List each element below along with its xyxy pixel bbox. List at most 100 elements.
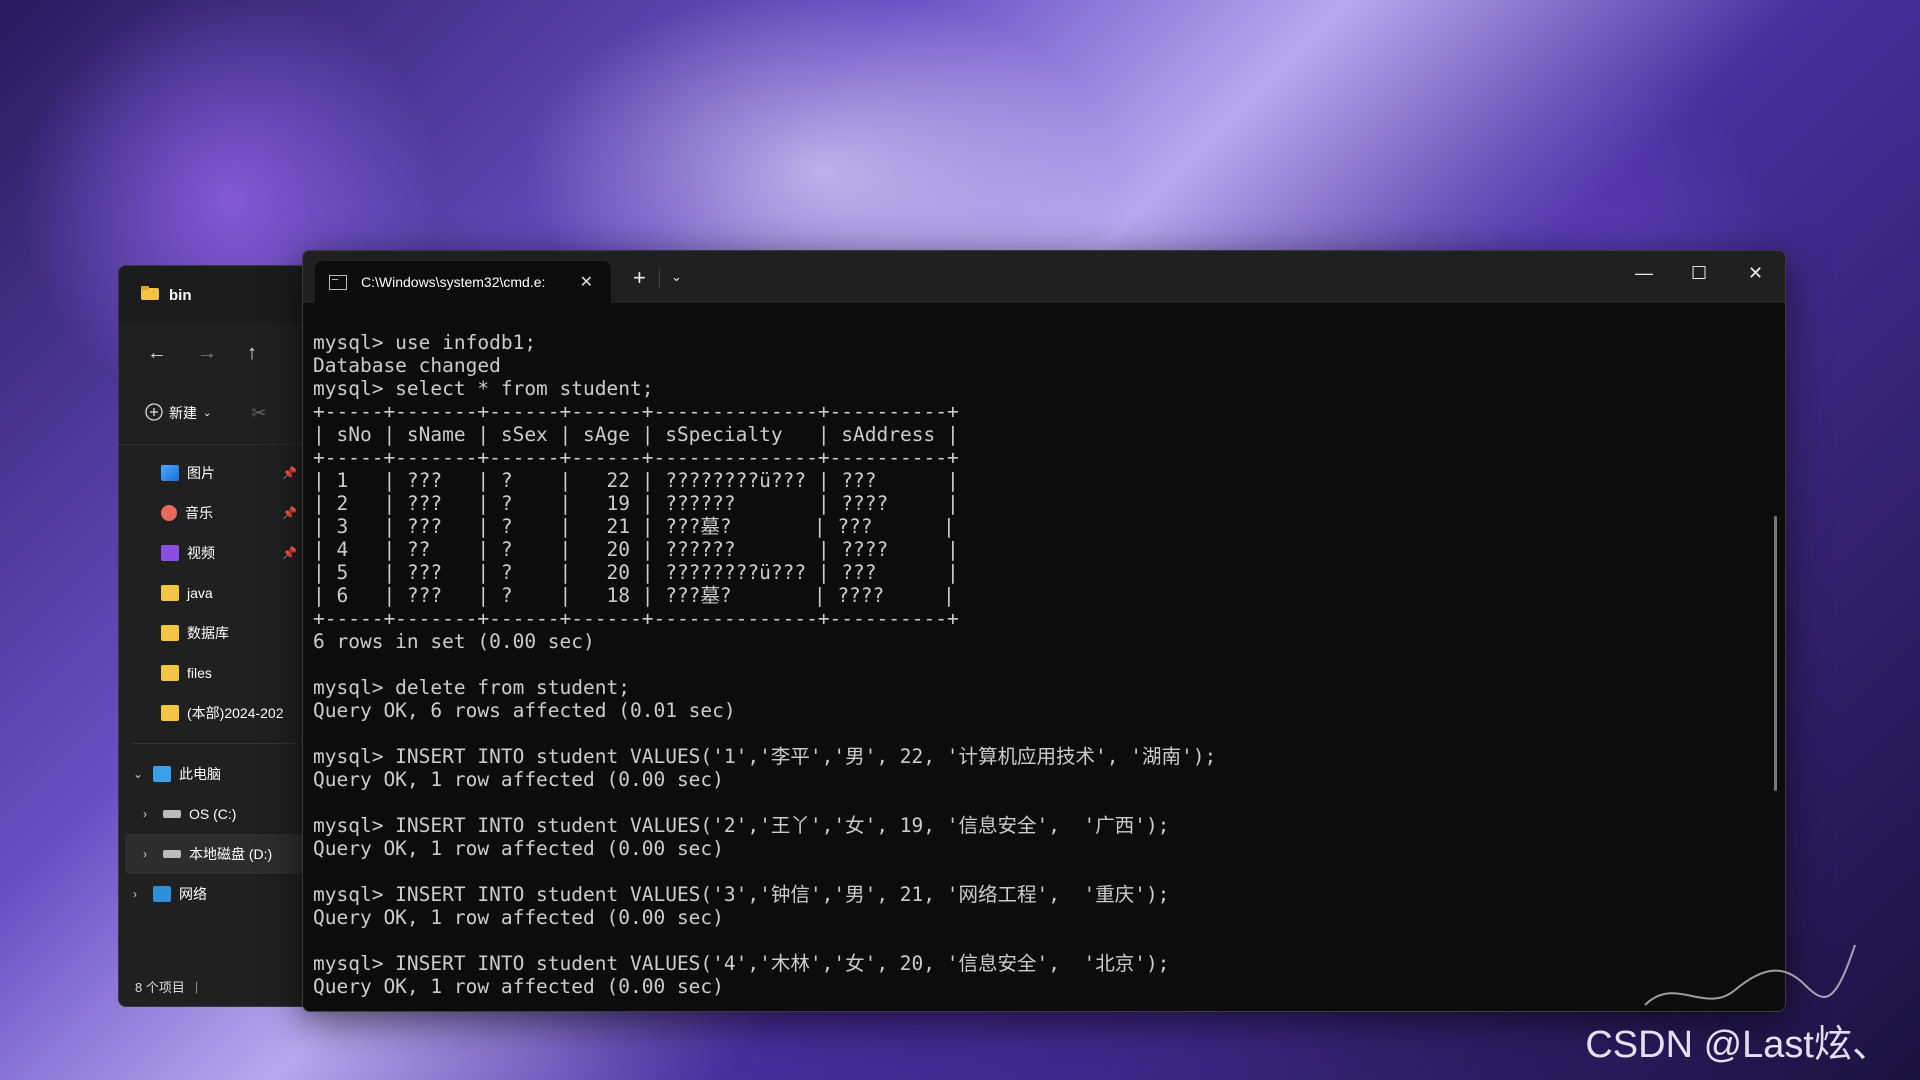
file-explorer-window: bin ← → ↑ 新建 ⌄ ✂ 图片 📌 音乐 📌 视频 📌 java 数据库…: [118, 265, 310, 1007]
network-icon: [153, 886, 171, 902]
nav-item-label: 数据库: [187, 625, 229, 641]
pin-icon[interactable]: 📌: [282, 546, 297, 560]
console-line: mysql> INSERT INTO student VALUES('4','木…: [313, 952, 1170, 975]
nav-item-videos[interactable]: 视频 📌: [119, 533, 309, 573]
up-arrow-icon[interactable]: ↑: [247, 342, 257, 365]
nav-item-pictures[interactable]: 图片 📌: [119, 453, 309, 493]
pin-icon[interactable]: 📌: [282, 466, 297, 480]
console-line: mysql> use infodb1;: [313, 331, 537, 354]
chevron-down-icon[interactable]: ⌄: [133, 767, 153, 781]
console-line: mysql> INSERT INTO student VALUES('2','王…: [313, 814, 1170, 837]
terminal-window: C:\Windows\system32\cmd.e: ✕ + ⌄ — ☐ ✕ m…: [302, 250, 1786, 1012]
nav-item-course-folder[interactable]: (本部)2024-202: [119, 693, 309, 733]
console-line: mysql> INSERT INTO student VALUES('1','李…: [313, 745, 1217, 768]
pictures-icon: [161, 465, 179, 481]
console-line: +-----+-------+------+------+-----------…: [313, 400, 959, 423]
console-line: mysql> delete from student;: [313, 676, 630, 699]
forward-arrow-icon[interactable]: →: [197, 342, 217, 365]
nav-item-label: 图片: [187, 465, 215, 481]
console-line: +-----+-------+------+------+-----------…: [313, 607, 959, 630]
close-window-icon[interactable]: ✕: [1748, 263, 1763, 284]
computer-icon: [153, 766, 171, 782]
chevron-down-icon: ⌄: [203, 407, 212, 419]
console-line: | 2 | ??? | ? | 19 | ?????? | ???? |: [313, 492, 959, 515]
drive-icon: [163, 810, 181, 818]
status-divider: |: [194, 978, 199, 994]
console-line: Query OK, 1 row affected (0.00 sec): [313, 975, 724, 998]
explorer-nav: ← → ↑: [119, 324, 309, 382]
folder-icon: [161, 705, 179, 721]
console-line: 6 rows in set (0.00 sec): [313, 630, 595, 653]
console-line: mysql> INSERT INTO student VALUES('3','钟…: [313, 883, 1170, 906]
signature-watermark: [1644, 944, 1856, 1006]
console-line: Query OK, 1 row affected (0.00 sec): [313, 768, 724, 791]
drive-icon: [163, 850, 181, 858]
plus-circle-icon: [145, 402, 163, 424]
watermark-text: CSDN @Last炫、: [1585, 1024, 1890, 1066]
folder-icon: [161, 585, 179, 601]
console-line: +-----+-------+------+------+-----------…: [313, 446, 959, 469]
console-line: | 1 | ??? | ? | 22 | ????????ü??? | ??? …: [313, 469, 959, 492]
nav-item-files[interactable]: files: [119, 653, 309, 693]
terminal-tabbar: C:\Windows\system32\cmd.e: ✕ + ⌄ — ☐ ✕: [303, 251, 1785, 303]
nav-item-label: (本部)2024-202: [187, 705, 284, 721]
pin-icon[interactable]: 📌: [282, 506, 297, 520]
nav-item-this-pc[interactable]: ⌄ 此电脑: [119, 754, 309, 794]
cmd-icon: [329, 274, 347, 290]
nav-item-label: 此电脑: [179, 766, 221, 782]
minimize-icon[interactable]: —: [1635, 263, 1653, 284]
console-line: Query OK, 6 rows affected (0.01 sec): [313, 699, 736, 722]
chevron-right-icon[interactable]: ›: [133, 887, 153, 901]
folder-icon: [161, 665, 179, 681]
tab-title: C:\Windows\system32\cmd.e:: [361, 274, 546, 290]
console-line: | 3 | ??? | ? | 21 | ???墓? | ??? |: [313, 515, 955, 538]
explorer-toolbar: 新建 ⌄ ✂: [119, 382, 309, 445]
new-button-label: 新建: [169, 405, 197, 421]
navigation-pane: 图片 📌 音乐 📌 视频 📌 java 数据库 files (本部)2024-2…: [119, 445, 309, 914]
console-output[interactable]: mysql> use infodb1; Database changed mysql…: [303, 303, 1785, 998]
nav-item-network[interactable]: › 网络: [119, 874, 309, 914]
nav-item-drive-c[interactable]: › OS (C:): [119, 794, 309, 834]
chevron-right-icon[interactable]: ›: [143, 847, 163, 861]
nav-item-label: 网络: [179, 886, 207, 902]
chevron-down-icon[interactable]: ⌄: [671, 269, 682, 285]
back-arrow-icon[interactable]: ←: [147, 342, 167, 365]
nav-item-music[interactable]: 音乐 📌: [119, 493, 309, 533]
console-line: Query OK, 1 row affected (0.00 sec): [313, 837, 724, 860]
music-icon: [161, 505, 177, 521]
new-tab-button[interactable]: +: [633, 265, 646, 291]
chevron-right-icon[interactable]: ›: [143, 807, 163, 821]
nav-item-drive-d[interactable]: › 本地磁盘 (D:): [125, 834, 303, 874]
nav-item-database[interactable]: 数据库: [119, 613, 309, 653]
new-button[interactable]: 新建 ⌄: [145, 402, 212, 424]
divider: [131, 743, 297, 744]
nav-item-label: java: [187, 585, 213, 601]
nav-item-java[interactable]: java: [119, 573, 309, 613]
folder-icon: [161, 625, 179, 641]
scrollbar[interactable]: [1774, 516, 1777, 791]
scissors-icon[interactable]: ✂: [251, 403, 266, 424]
console-line: Database changed: [313, 354, 501, 377]
tab-divider: [659, 269, 660, 289]
item-count: 8 个项目: [135, 979, 185, 995]
terminal-tab[interactable]: C:\Windows\system32\cmd.e: ✕: [315, 261, 611, 303]
folder-icon: [141, 286, 159, 304]
console-line: | 4 | ?? | ? | 20 | ?????? | ???? |: [313, 538, 959, 561]
tab-close-icon[interactable]: ✕: [580, 272, 593, 292]
nav-item-label: files: [187, 665, 212, 681]
nav-item-label: 本地磁盘 (D:): [189, 846, 273, 862]
console-line: Query OK, 1 row affected (0.00 sec): [313, 906, 724, 929]
explorer-tab[interactable]: bin: [119, 266, 309, 324]
console-line: | 5 | ??? | ? | 20 | ????????ü??? | ??? …: [313, 561, 959, 584]
console-line: | 6 | ??? | ? | 18 | ???墓? | ???? |: [313, 584, 955, 607]
nav-item-label: OS (C:): [189, 806, 237, 822]
video-icon: [161, 545, 179, 561]
nav-item-label: 视频: [187, 545, 215, 561]
explorer-title: bin: [169, 286, 192, 304]
maximize-icon[interactable]: ☐: [1691, 263, 1707, 284]
